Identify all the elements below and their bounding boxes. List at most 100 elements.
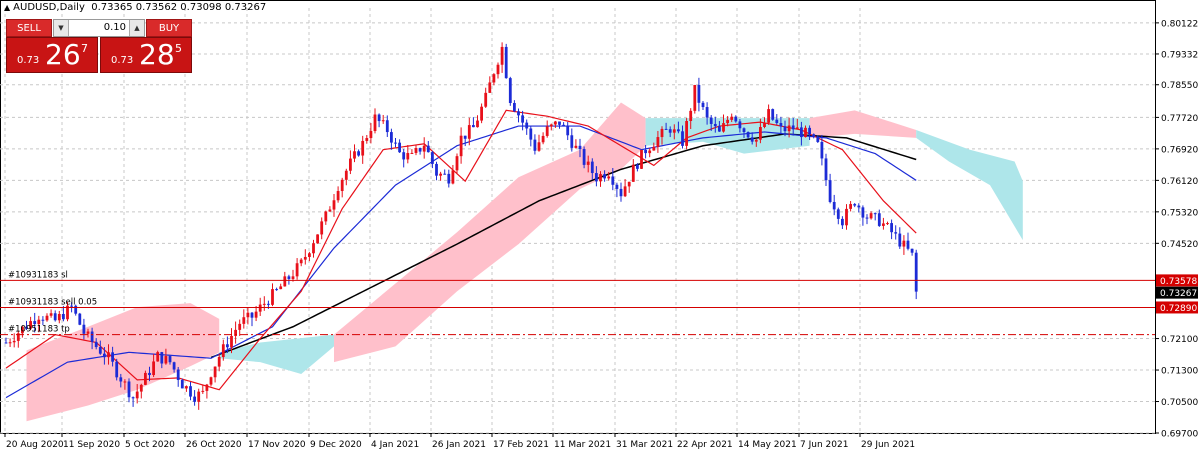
candle-body [123,381,127,383]
collapse-triangle-icon[interactable]: ▲ [4,3,10,12]
candle-body [86,331,90,334]
candle-body [701,102,705,108]
candle-body [439,173,442,176]
candle-body [652,146,656,151]
candle-body [185,386,188,389]
candle-body [144,372,147,385]
candle-body [595,173,598,182]
x-tick-label: 20 Aug 2020 [6,440,64,450]
candle-body [98,347,102,354]
candle-body [361,140,365,156]
candle-body [644,149,647,154]
candle-body [459,135,463,157]
y-tick-label: 0.77720 [1161,114,1198,124]
candle-body [291,276,295,279]
candle-body [344,170,348,180]
candle-body [115,361,119,378]
candle-body [390,132,393,143]
candle-body [242,317,246,324]
candle-body [808,127,811,135]
candle-body [41,319,45,321]
candle-body [791,125,795,130]
y-tick-label: 0.70500 [1161,398,1198,408]
candle-body [611,176,615,185]
candle-body [201,390,205,392]
candle-body [623,186,627,197]
ohlc-quotes: 0.73365 0.73562 0.73098 0.73267 [91,2,267,13]
buy-button[interactable]: BUY [146,19,192,37]
candle-body [398,142,401,153]
candle-body [750,137,754,142]
candle-body [90,331,94,342]
candle-body [349,158,352,171]
candle-body [705,107,709,118]
x-tick-label: 14 May 2021 [738,440,797,450]
candle-body [332,200,336,210]
x-tick-label: 26 Jan 2021 [432,440,486,450]
candle-body [685,121,688,146]
lot-size-value[interactable]: 0.10 [104,20,126,36]
candle-body [45,315,49,321]
candle-body [353,151,356,159]
candle-body [619,188,623,197]
candle-body [697,84,701,103]
candle-body [603,174,606,179]
candle-body [574,145,578,148]
candle-body [508,78,512,103]
candle-body [152,361,155,376]
candle-body [578,145,582,150]
lot-decrease-icon[interactable]: ▼ [54,20,69,36]
candle-body [324,211,328,222]
candle-body [369,131,373,139]
candle-body [640,149,643,169]
candle-body [320,221,324,235]
candle-body [849,204,852,209]
sell-price-button[interactable]: 0.73 26 7 [6,37,98,73]
candle-body [406,153,410,160]
candle-body [447,173,451,184]
candle-body [812,134,816,137]
sell-button[interactable]: SELL [6,19,52,37]
lot-size-input[interactable]: ▼ 0.10 ▲ [53,19,145,37]
candle-body [82,324,86,334]
candle-body [824,158,828,181]
candle-body [771,109,775,120]
candle-body [176,369,180,380]
candle-body [295,263,299,277]
y-tick-label: 0.79332 [1161,50,1198,60]
candle-body [775,119,779,124]
candle-body [238,323,242,330]
candle-body [898,233,902,247]
candle-body [377,114,381,122]
candle-body [156,352,160,362]
candle-body [172,362,176,370]
candle-body [599,174,602,182]
candle-body [435,163,438,176]
current-price-label: 0.73267 [1160,289,1197,299]
candle-body [463,135,467,139]
candle-body [816,136,820,142]
x-tick-label: 9 Dec 2020 [310,440,362,450]
x-tick-label: 29 Jun 2021 [861,440,915,450]
candle-body [197,391,201,402]
candle-body [33,321,37,325]
symbol-label: AUDUSD,Daily [13,2,85,13]
candle-body [8,342,12,344]
candle-body [308,253,311,257]
candle-body [365,138,369,141]
one-click-trading-panel: SELL ▼ 0.10 ▲ BUY 0.73 26 7 0.73 28 5 [6,19,192,75]
candle-body [832,201,836,210]
candle-body [529,128,533,140]
candle-body [467,125,471,139]
candle-body [111,352,114,362]
candle-body [53,313,57,321]
candle-body [894,232,898,234]
buy-price-button[interactable]: 0.73 28 5 [100,37,192,73]
candle-body [689,110,693,122]
candle-body [418,148,422,152]
candle-body [168,356,172,363]
candle-body [902,240,906,247]
lot-increase-icon[interactable]: ▲ [129,20,144,36]
candle-body [426,145,430,153]
buy-price-pip: 5 [175,42,182,55]
